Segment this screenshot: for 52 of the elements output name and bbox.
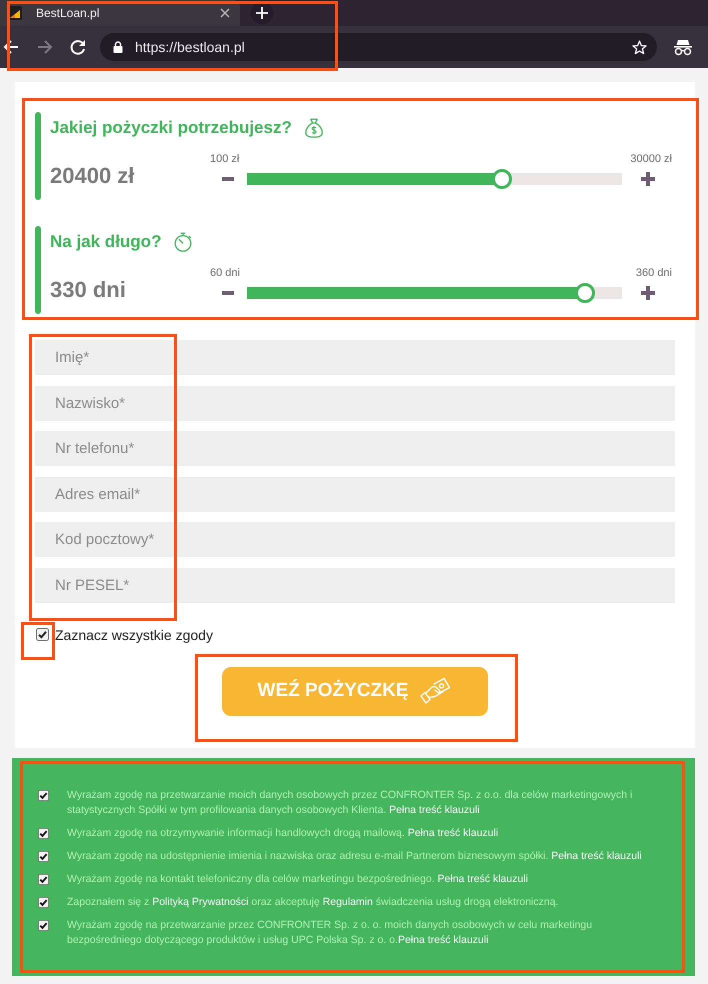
plus-icon[interactable] <box>250 1 274 25</box>
checkbox[interactable] <box>38 897 49 908</box>
incognito-icon[interactable] <box>673 38 693 56</box>
plus-icon[interactable] <box>641 286 655 300</box>
slider-thumb[interactable] <box>574 283 594 303</box>
lock-icon <box>113 41 123 53</box>
text-link[interactable]: Polityką Prywatności <box>152 896 249 908</box>
slider-title: Na jak długo? <box>50 232 162 252</box>
submit-button[interactable]: WEŹ POŻYCZKĘ <box>222 666 488 716</box>
consent-text: Wyrażam zgodę na kontakt telefoniczny dla celów marketingu bezpośredniego. Pełna treść klauzuli <box>67 872 528 887</box>
slider-value: 20400 zł <box>50 163 136 189</box>
checkbox[interactable] <box>38 920 49 931</box>
input-field[interactable]: Nazwisko* <box>35 386 675 420</box>
slider-title: Jakiej pożyczki potrzebujesz? <box>50 118 292 138</box>
checkbox-label: Zaznacz wszystkie zgody <box>55 626 213 642</box>
text-link[interactable]: Pełna treść klauzuli <box>408 827 498 839</box>
range-max-label: 360 dni <box>636 266 672 280</box>
close-icon[interactable] <box>220 8 230 18</box>
input-field[interactable]: Nr telefonu* <box>35 431 675 466</box>
checkbox[interactable] <box>36 628 49 641</box>
text-link[interactable]: Pełna treść klauzuli <box>438 873 528 885</box>
stopwatch-icon <box>172 231 194 253</box>
text-link[interactable]: Pełna treść klauzuli <box>389 804 480 816</box>
range-min-label: 60 dni <box>210 266 240 280</box>
hand-money-icon <box>420 677 452 705</box>
text-link[interactable]: Pełna treść klauzuli <box>398 934 488 946</box>
consent-text: Zapoznałem się z Polityką Prywatności oraz akceptuję Regulamin świadczenia usług drogą elektroniczną. <box>67 895 558 910</box>
checkbox[interactable] <box>38 828 49 839</box>
input-field[interactable]: Kod pocztowy* <box>35 522 675 557</box>
input-field[interactable]: Nr PESEL* <box>35 568 675 602</box>
text-link[interactable]: Regulamin <box>322 896 373 908</box>
forward-arrow-icon[interactable] <box>36 38 54 56</box>
checkbox[interactable] <box>38 790 49 801</box>
range-min-label: 100 zł <box>210 152 240 166</box>
range-max-label: 30000 zł <box>630 152 672 166</box>
plus-icon[interactable] <box>641 172 655 186</box>
back-arrow-icon[interactable] <box>2 38 20 56</box>
money-bag-icon <box>302 117 325 139</box>
consent-text: Wyrażam zgodę na przetwarzanie moich danych osobowych przez CONFRONTER Sp. z o.o. dla celów marketingowych i statystycznych Spółki w tym profilowania danych osobowych Klienta. Pełna treść klauzuli <box>67 788 634 818</box>
consent-text: Wyrażam zgodę na udostępnienie imienia i nazwiska oraz adresu e-mail Partnerom biznesowym spółki. Pełna treść klauzuli <box>67 849 642 864</box>
consent-text: Wyrażam zgodę na przetwarzanie przez CONFRONTER Sp. z o. o. moich danych osobowych w celu marketingu bezpośredniego dotyczącego produktów i usług UPC Polska Sp. z o. o.Pełna treść klauzuli <box>67 918 594 948</box>
slider-thumb[interactable] <box>492 169 512 189</box>
reload-icon[interactable] <box>69 38 87 56</box>
slider-value: 330 dni <box>50 277 127 303</box>
input-field[interactable]: Imię* <box>35 340 675 375</box>
address-bar[interactable]: https://bestloan.pl <box>100 33 657 61</box>
star-icon[interactable] <box>632 40 647 54</box>
input-field[interactable]: Adres email* <box>35 476 675 512</box>
checkbox[interactable] <box>38 874 49 885</box>
checkbox[interactable] <box>38 851 49 862</box>
consent-text: Wyrażam zgodę na otrzymywanie informacji handlowych drogą mailową. Pełna treść klauzuli <box>67 826 498 841</box>
text-link[interactable]: Pełna treść klauzuli <box>551 850 642 862</box>
